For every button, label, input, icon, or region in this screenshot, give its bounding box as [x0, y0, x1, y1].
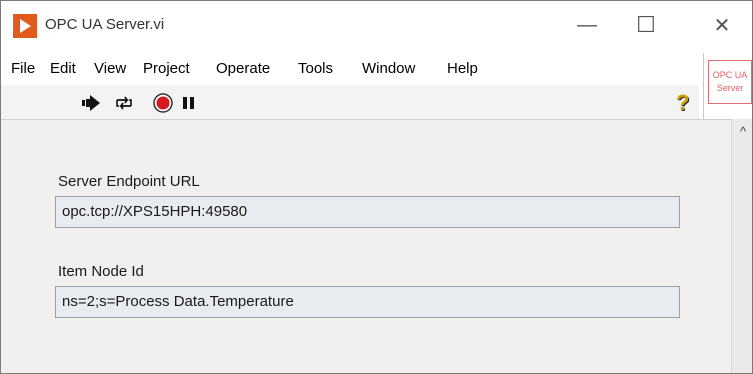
endpoint-url-field[interactable]: opc.tcp://XPS15HPH:49580	[55, 196, 680, 228]
node-id-field[interactable]: ns=2;s=Process Data.Temperature	[55, 286, 680, 318]
title-bar[interactable]: OPC UA Server.vi — ☐ ✕	[1, 1, 752, 49]
menu-tools[interactable]: Tools	[298, 59, 333, 79]
toolbar: ?	[1, 85, 699, 120]
vi-icon[interactable]: OPC UA Server	[708, 60, 752, 104]
vi-icon-line2: Server	[716, 83, 744, 93]
window-title: OPC UA Server.vi	[45, 16, 165, 33]
vi-icon-line1: OPC UA	[712, 70, 748, 80]
endpoint-label: Server Endpoint URL	[58, 173, 200, 190]
context-help-icon[interactable]: ?	[676, 90, 694, 115]
menu-file[interactable]: File	[11, 59, 35, 79]
maximize-button[interactable]: ☐	[617, 1, 675, 49]
abort-stop-icon[interactable]	[152, 92, 174, 114]
node-id-label: Item Node Id	[58, 263, 144, 280]
menu-window[interactable]: Window	[362, 59, 415, 79]
vertical-scrollbar[interactable]: ^	[731, 119, 752, 373]
run-continuously-icon[interactable]	[113, 92, 135, 114]
menu-view[interactable]: View	[94, 59, 126, 79]
connector-pane: OPC UA Server	[703, 53, 752, 119]
labview-app-icon	[13, 14, 37, 38]
pause-icon[interactable]	[179, 92, 201, 114]
run-arrow-icon[interactable]	[80, 92, 102, 114]
menu-project[interactable]: Project	[143, 59, 190, 79]
front-panel: Server Endpoint URL opc.tcp://XPS15HPH:4…	[1, 119, 731, 373]
labview-window: OPC UA Server.vi — ☐ ✕ File Edit View Pr…	[0, 0, 753, 374]
menu-edit[interactable]: Edit	[50, 59, 76, 79]
menu-bar: File Edit View Project Operate Tools Win…	[1, 53, 699, 83]
scroll-up-arrow-icon[interactable]: ^	[732, 119, 752, 143]
menu-help[interactable]: Help	[447, 59, 478, 79]
menu-operate[interactable]: Operate	[216, 59, 270, 79]
minimize-button[interactable]: —	[558, 1, 616, 49]
close-button[interactable]: ✕	[693, 1, 751, 49]
